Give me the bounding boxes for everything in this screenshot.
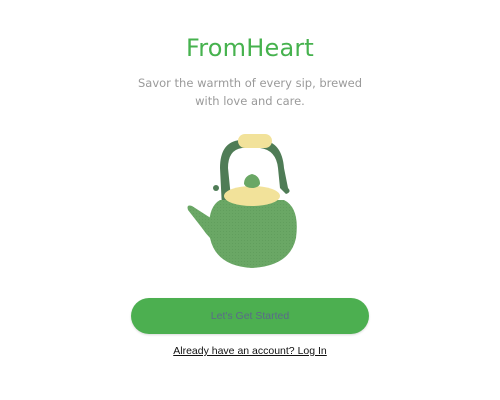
- login-link[interactable]: Already have an account? Log In: [173, 345, 327, 357]
- teapot-icon: [187, 134, 297, 268]
- tagline: Savor the warmth of every sip, brewed wi…: [137, 76, 363, 108]
- app-title: FromHeart: [185, 34, 315, 62]
- teapot-illustration: [180, 128, 320, 274]
- onboarding-screen: FromHeart Savor the warmth of every sip,…: [0, 0, 500, 400]
- get-started-button[interactable]: Let's Get Started: [131, 298, 369, 334]
- login-prompt: Already have an account? Log In: [0, 345, 500, 357]
